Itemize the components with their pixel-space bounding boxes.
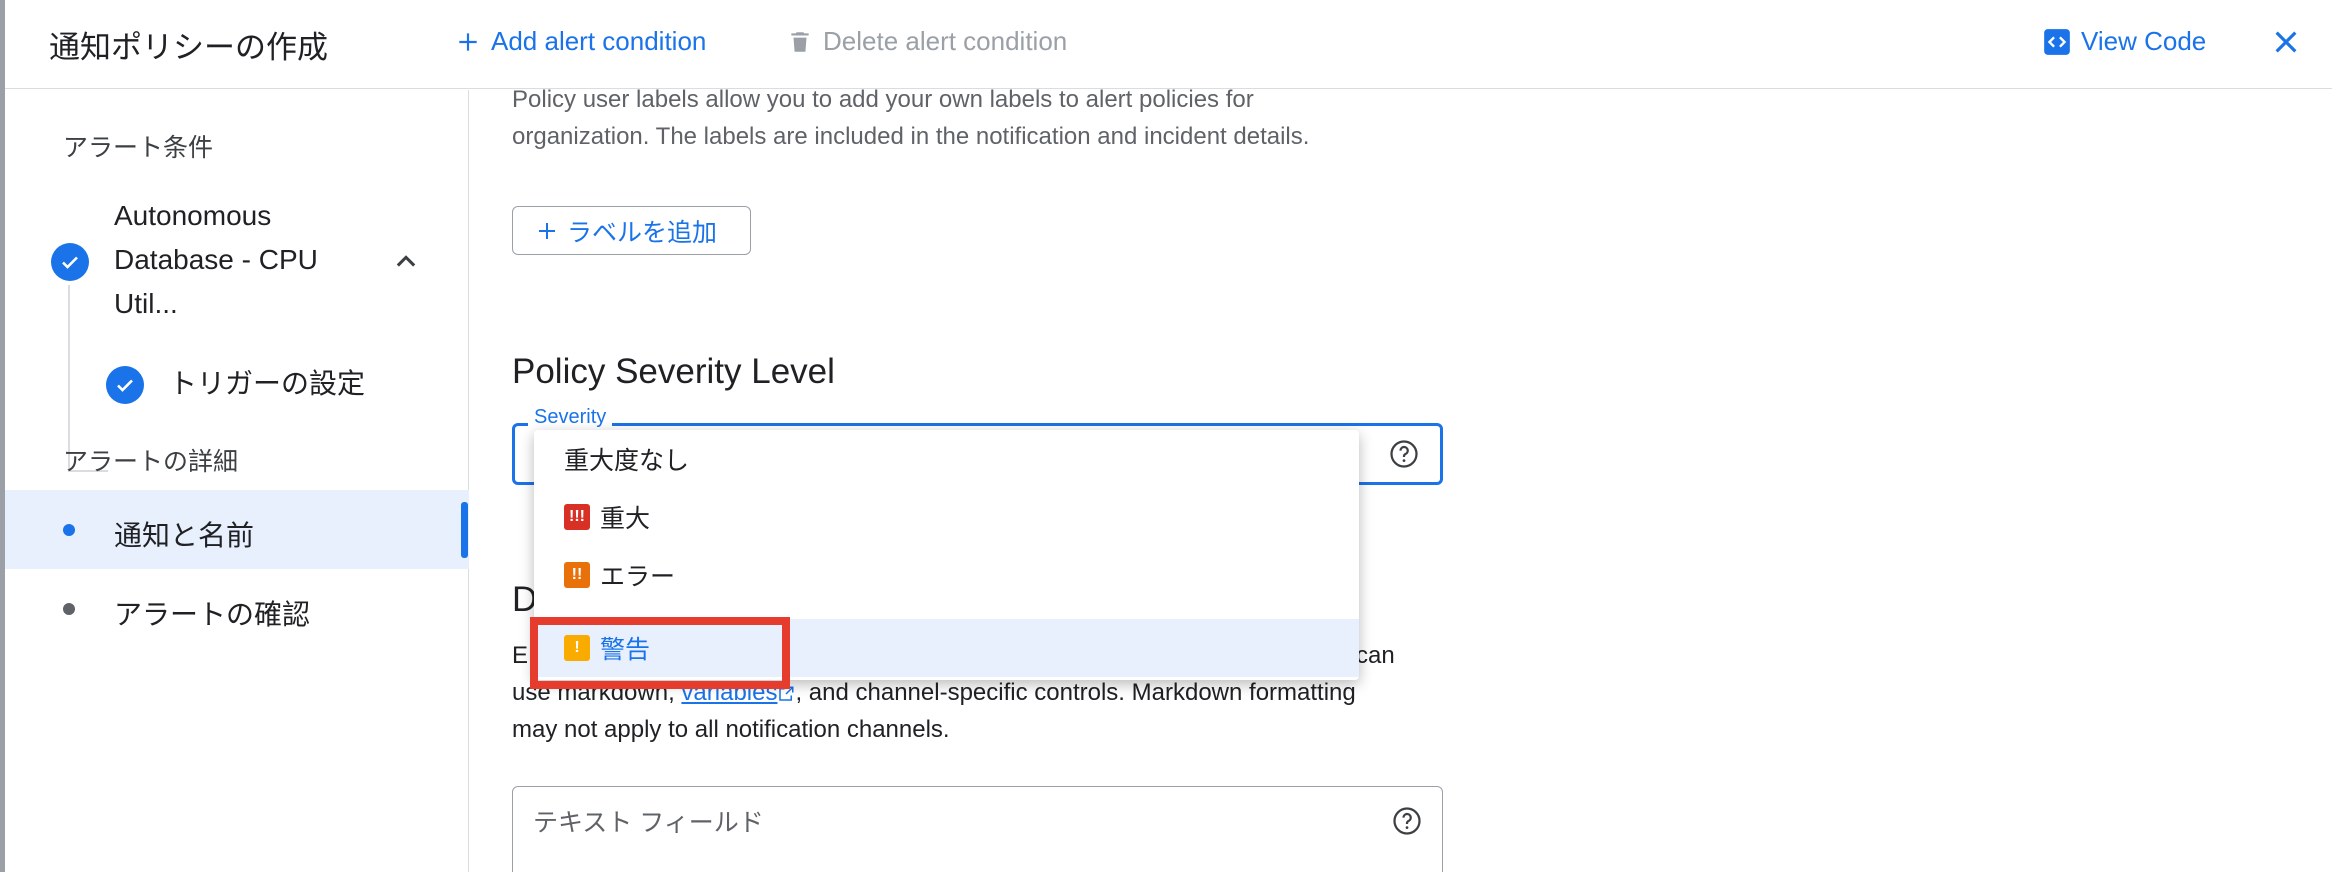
active-step-indicator [461, 502, 468, 558]
section-label-conditions: アラート条件 [63, 134, 214, 162]
close-icon [2275, 31, 2297, 53]
add-alert-condition-button[interactable]: Add alert condition [455, 26, 706, 57]
plus-icon [539, 222, 555, 239]
documentation-text-line3: may not apply to all notification channe… [512, 716, 950, 743]
sidebar-item-condition[interactable]: Autonomous Database - CPU Util... [114, 194, 354, 326]
trash-icon [791, 31, 809, 52]
severity-option-label: エラー [600, 563, 676, 591]
severity-help-button[interactable] [1389, 439, 1419, 474]
add-label-text: ラベルを追加 [567, 218, 718, 247]
chevron-up-icon [396, 255, 416, 267]
labels-description-line1: Policy user labels allow you to add your… [512, 86, 1254, 113]
severity-option-label: 重大 [600, 505, 651, 533]
section-label-details: アラートの詳細 [63, 448, 239, 476]
documentation-text-line1-start: E [512, 642, 529, 669]
severity-option-label: 重大度なし [564, 447, 690, 475]
view-code-label: View Code [2081, 26, 2207, 56]
add-alert-condition-label: Add alert condition [491, 26, 707, 56]
severity-option-none[interactable]: 重大度なし [534, 430, 1359, 488]
documentation-text-line1-end: can [1356, 642, 1395, 669]
code-icon [2044, 28, 2070, 55]
page-title: 通知ポリシーの作成 [49, 30, 328, 65]
check-icon [62, 256, 78, 269]
help-icon [1390, 440, 1418, 468]
sidebar-item-notifications-and-name[interactable]: 通知と名前 [114, 514, 254, 554]
sidebar-item-trigger-settings[interactable]: トリガーの設定 [169, 362, 365, 402]
annotation-highlight-box [530, 617, 790, 689]
severity-option-error[interactable]: !! エラー [534, 546, 1359, 604]
documentation-help-button[interactable] [1392, 806, 1422, 841]
collapse-condition-button[interactable] [390, 248, 422, 281]
view-code-button[interactable]: View Code [2043, 26, 2206, 57]
labels-description-line2: organization. The labels are included in… [512, 123, 1310, 150]
delete-alert-condition-button[interactable]: Delete alert condition [787, 26, 1067, 57]
close-button[interactable] [2270, 26, 2302, 63]
documentation-text-line2-post: , and channel-specific controls. Markdow… [795, 679, 1356, 706]
trigger-complete-icon [106, 366, 144, 404]
critical-severity-icon: !!! [564, 504, 590, 530]
sidebar-item-review-alert[interactable]: アラートの確認 [114, 593, 310, 633]
severity-field-label: Severity [528, 406, 613, 429]
active-step-dot [63, 524, 75, 536]
documentation-textarea-placeholder: テキスト フィールド [533, 809, 764, 837]
check-icon [117, 379, 133, 392]
dialog-header: 通知ポリシーの作成 Add alert condition Delete ale… [5, 0, 2332, 89]
error-severity-icon: !! [564, 562, 590, 588]
plus-icon [459, 32, 477, 51]
condition-complete-icon [51, 243, 89, 281]
stepper-sidebar: アラート条件 Autonomous Database - CPU Util...… [5, 90, 469, 872]
delete-alert-condition-label: Delete alert condition [823, 26, 1068, 56]
severity-heading: Policy Severity Level [512, 352, 835, 391]
add-label-button[interactable]: ラベルを追加 [512, 206, 751, 255]
help-icon [1393, 807, 1421, 835]
severity-option-critical[interactable]: !!! 重大 [534, 488, 1359, 546]
step-dot [63, 603, 75, 615]
